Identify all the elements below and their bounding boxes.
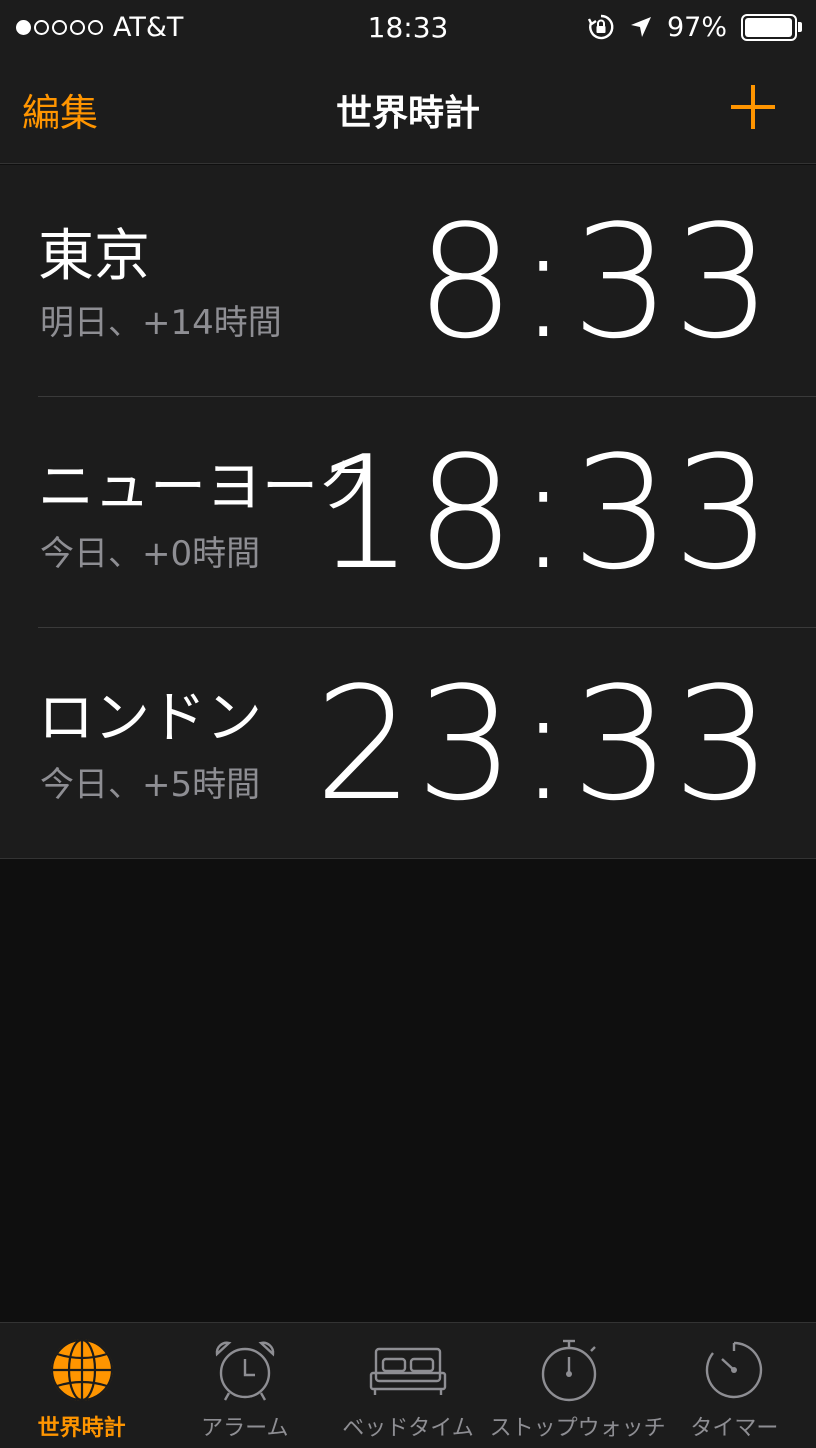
clock-time: 23:33 xyxy=(314,653,774,835)
stopwatch-icon xyxy=(542,1339,597,1402)
battery-body xyxy=(741,13,797,41)
time-offset: 今日、+5時間 xyxy=(40,765,261,805)
signal-dot xyxy=(16,19,31,35)
tab-label: ベッドタイム xyxy=(342,1416,474,1441)
signal-dot xyxy=(34,19,49,35)
city-name: ロンドン xyxy=(38,686,262,751)
clock-time: 18:33 xyxy=(314,422,774,604)
page-title: 世界時計 xyxy=(335,93,480,134)
time-offset: 明日、+14時間 xyxy=(40,303,282,343)
battery-percent: 97% xyxy=(666,11,727,43)
time-offset: 今日、+0時間 xyxy=(40,534,261,574)
tab-alarm[interactable]: アラーム xyxy=(163,1323,326,1448)
navigation-bar: 編集 世界時計 xyxy=(0,54,816,164)
city-name: 東京 xyxy=(38,224,150,289)
battery-icon xyxy=(741,13,802,41)
tab-label: ストップウォッチ xyxy=(489,1416,666,1441)
bed-icon xyxy=(369,1347,447,1395)
world-clock-screen: AT&T 18:33 97% 編集 世界時計 東京 明日、+14時間 8:33 … xyxy=(0,0,816,1448)
signal-dot xyxy=(88,19,103,35)
clock-time: 8:33 xyxy=(415,191,774,373)
status-bar: AT&T 18:33 97% xyxy=(0,0,816,54)
tab-bar: 世界時計 アラーム ベッドタイム ストップウォッチ タイマー xyxy=(0,1322,816,1448)
tab-stopwatch[interactable]: ストップウォッチ xyxy=(489,1323,666,1448)
tab-label: タイマー xyxy=(690,1416,779,1441)
status-left: AT&T xyxy=(16,12,183,43)
status-right: 97% xyxy=(587,12,802,43)
signal-dot xyxy=(70,19,85,35)
clock-list: 東京 明日、+14時間 8:33 ニューヨーク 今日、+0時間 18:33 ロン… xyxy=(0,165,816,859)
alarm-clock-icon xyxy=(215,1341,275,1401)
signal-dot xyxy=(52,19,67,35)
carrier-name: AT&T xyxy=(113,11,184,43)
battery-fill xyxy=(745,17,792,37)
timer-icon xyxy=(706,1341,763,1399)
globe-icon xyxy=(50,1338,113,1402)
clock-row-tokyo[interactable]: 東京 明日、+14時間 8:33 xyxy=(0,165,816,396)
tab-label: 世界時計 xyxy=(37,1416,126,1441)
plus-icon[interactable] xyxy=(728,82,778,132)
location-arrow-icon xyxy=(630,17,651,37)
tab-bedtime[interactable]: ベッドタイム xyxy=(326,1323,489,1448)
tab-label: アラーム xyxy=(201,1416,289,1441)
signal-strength-icon xyxy=(16,19,103,35)
tab-world-clock[interactable]: 世界時計 xyxy=(0,1323,163,1448)
rotation-lock-icon xyxy=(587,14,614,40)
clock-row-london[interactable]: ロンドン 今日、+5時間 23:33 xyxy=(0,627,816,858)
tab-timer[interactable]: タイマー xyxy=(653,1323,816,1448)
battery-tip xyxy=(798,22,802,32)
clock-row-new-york[interactable]: ニューヨーク 今日、+0時間 18:33 xyxy=(0,396,816,627)
